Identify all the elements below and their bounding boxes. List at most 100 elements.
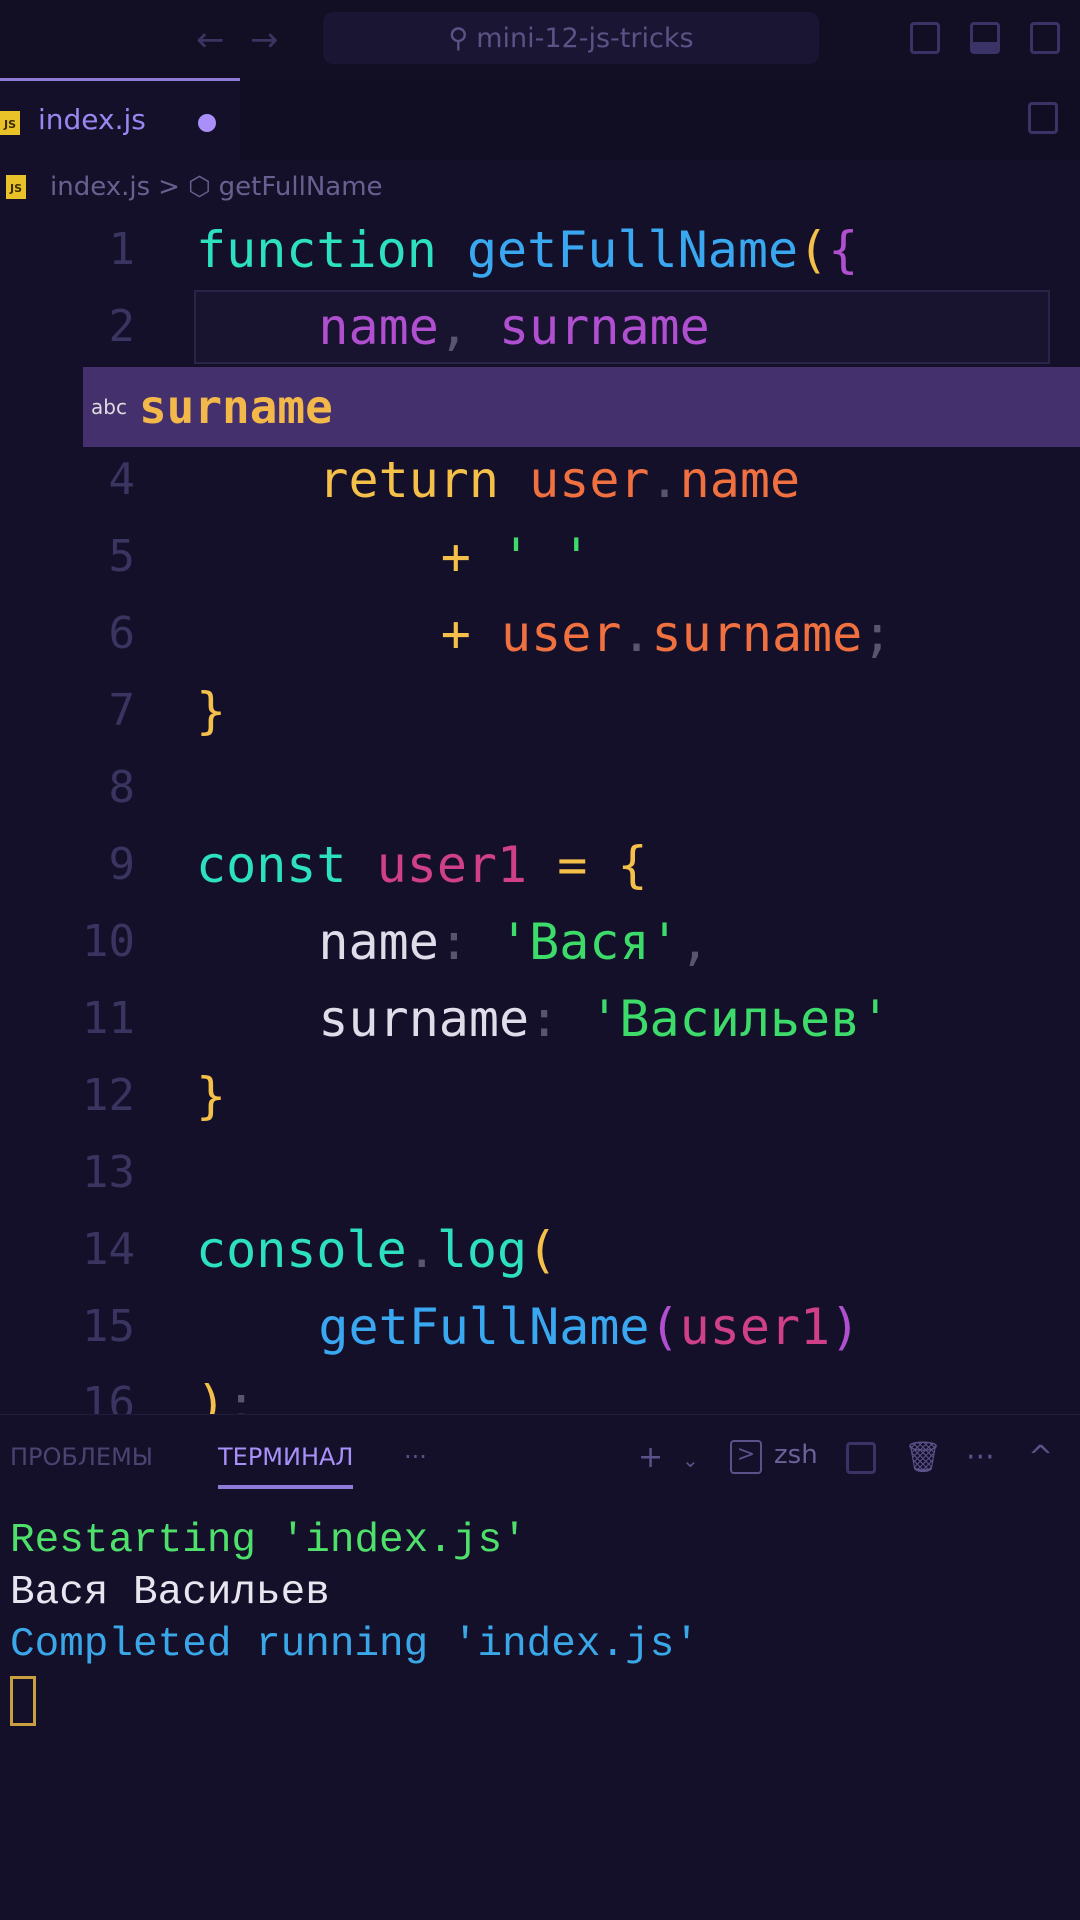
terminal-icon: > (730, 1440, 762, 1474)
line-number: 5 (108, 531, 136, 582)
title-bar: ← → ⚲ mini-12-js-tricks (0, 0, 1080, 78)
code-token: 'Вася' (499, 913, 680, 971)
code-token: return (318, 451, 530, 509)
line-number: 2 (108, 301, 136, 352)
line-number: 1 (108, 224, 136, 275)
search-text: mini-12-js-tricks (476, 22, 694, 54)
line-number: 14 (82, 1224, 135, 1275)
new-terminal-icon[interactable]: + (638, 1440, 663, 1475)
code-token: user1 (679, 1298, 831, 1356)
shell-name[interactable]: zsh (774, 1440, 818, 1470)
command-center-search[interactable]: ⚲ mini-12-js-tricks (323, 12, 819, 64)
code-token: name (318, 298, 439, 356)
maximize-panel-icon[interactable]: ^ (1028, 1440, 1053, 1475)
code-token: ) (830, 1298, 861, 1356)
code-token: ; (862, 605, 893, 663)
code-line[interactable]: getFullName(user1) (318, 1289, 860, 1365)
code-token: ( (527, 1221, 558, 1279)
code-token: . (649, 451, 680, 509)
editor-tabs: JS index.js (0, 78, 1080, 160)
code-line[interactable]: surname: 'Васильев' (318, 981, 890, 1057)
terminal-line: Restarting 'index.js' (10, 1518, 527, 1564)
tab-label: index.js (38, 103, 146, 136)
suggestion-item[interactable]: surname (139, 380, 333, 434)
code-line[interactable]: return user.name (318, 442, 800, 518)
code-line[interactable]: console.log( (196, 1212, 557, 1288)
breadcrumb: JS index.js > ⬡ getFullName (0, 165, 383, 209)
code-token: { (617, 836, 648, 894)
chevron-right-icon: > (158, 172, 180, 202)
code-token: , (438, 298, 500, 356)
line-number: 13 (82, 1147, 135, 1198)
js-file-icon: JS (6, 175, 26, 199)
code-token: + (440, 528, 502, 586)
split-terminal-icon[interactable] (846, 1442, 876, 1474)
trash-icon[interactable]: 🗑 (904, 1440, 942, 1475)
code-token: } (196, 1067, 227, 1125)
line-number: 12 (82, 1070, 135, 1121)
code-line[interactable]: } (196, 1058, 226, 1134)
code-line[interactable]: name: 'Вася', (318, 904, 709, 980)
js-file-icon: JS (0, 111, 20, 135)
code-token: : (529, 990, 590, 1048)
line-number: 15 (82, 1301, 135, 1352)
code-token: name (318, 913, 439, 971)
code-token: const (196, 836, 377, 894)
tab-terminal[interactable]: ТЕРМИНАЛ (218, 1443, 354, 1489)
code-token: { (828, 221, 859, 279)
toggle-sidebar-icon[interactable] (910, 22, 940, 54)
code-token: : (438, 913, 500, 971)
code-token: user (529, 451, 650, 509)
symbol-method-icon: ⬡ (187, 172, 211, 202)
tab-problems[interactable]: ПРОБЛЕМЫ (10, 1443, 153, 1471)
terminal-line: Вася Васильев (10, 1570, 330, 1616)
code-token: user (501, 605, 622, 663)
code-token: , (679, 913, 710, 971)
more-tabs-icon[interactable]: ··· (404, 1443, 427, 1471)
code-token: surname (499, 298, 710, 356)
code-token: getFullName (318, 1298, 650, 1356)
arrow-left-icon[interactable]: ← (196, 20, 225, 60)
code-token: ( (649, 1298, 680, 1356)
code-token: name (679, 451, 801, 509)
code-token: 'Васильев' (589, 990, 891, 1048)
search-icon: ⚲ (448, 22, 469, 54)
code-token: ' ' (501, 528, 592, 586)
code-token: surname (651, 605, 863, 663)
terminal-cursor (10, 1676, 36, 1726)
code-token: . (406, 1221, 437, 1279)
code-token: console (196, 1221, 407, 1279)
code-line[interactable]: + user.surname; (441, 596, 893, 672)
more-actions-icon[interactable]: ··· (966, 1440, 995, 1475)
code-token: } (196, 682, 227, 740)
text-suggestion-icon: abc (91, 395, 127, 419)
breadcrumb-file[interactable]: index.js (50, 172, 150, 202)
unsaved-dot-icon[interactable] (198, 114, 216, 132)
code-line[interactable]: name, surname (318, 289, 709, 365)
code-token: . (621, 605, 652, 663)
code-token: function (196, 221, 467, 279)
code-token: = (527, 836, 618, 894)
line-number: 6 (108, 608, 136, 659)
code-token: surname (318, 990, 530, 1048)
breadcrumb-symbol[interactable]: getFullName (219, 172, 383, 202)
line-number: 10 (82, 916, 135, 967)
code-line[interactable]: } (196, 673, 226, 749)
line-number: 11 (82, 993, 135, 1044)
code-line[interactable]: + ' ' (441, 519, 592, 595)
suggestion-widget[interactable]: abc surname (83, 367, 1080, 447)
code-line[interactable]: function getFullName({ (196, 212, 858, 288)
code-token: log (436, 1221, 528, 1279)
chevron-down-icon[interactable]: ⌄ (682, 1448, 699, 1472)
code-line[interactable]: const user1 = { (196, 827, 648, 903)
toggle-secondary-sidebar-icon[interactable] (1030, 22, 1060, 54)
line-number: 9 (108, 839, 136, 890)
tab-index-js[interactable]: JS index.js (0, 78, 240, 160)
code-token: user1 (376, 836, 528, 894)
code-token: ( (798, 221, 829, 279)
toggle-panel-icon[interactable] (970, 22, 1000, 54)
split-editor-icon[interactable] (1028, 102, 1058, 134)
code-token: + (440, 605, 502, 663)
line-number: 4 (108, 454, 136, 505)
arrow-right-icon[interactable]: → (250, 20, 279, 60)
